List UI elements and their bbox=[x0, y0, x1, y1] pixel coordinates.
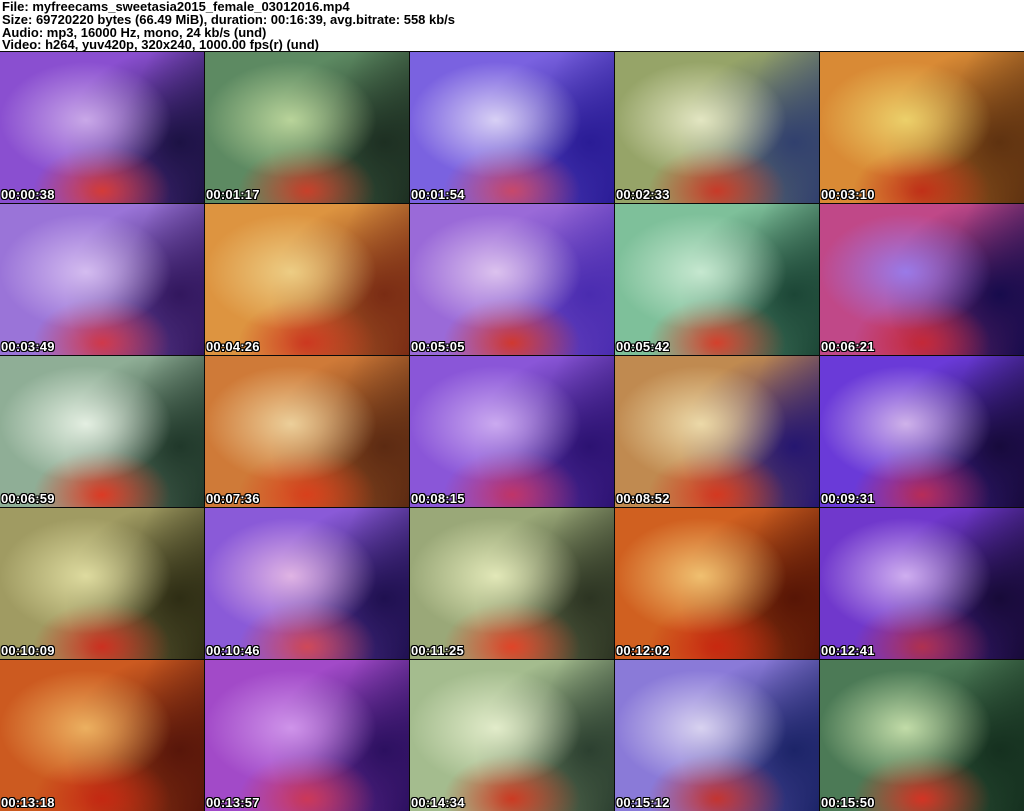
thumbnail-timestamp: 00:02:33 bbox=[616, 187, 670, 202]
video-thumbnail: 00:12:41 bbox=[820, 508, 1024, 659]
thumbnail-timestamp: 00:15:50 bbox=[821, 795, 875, 810]
video-thumbnail: 00:05:42 bbox=[615, 204, 819, 355]
video-thumbnail: 00:01:17 bbox=[205, 52, 409, 203]
thumbnail-timestamp: 00:06:21 bbox=[821, 339, 875, 354]
video-thumbnail: 00:07:36 bbox=[205, 356, 409, 507]
thumbnail-timestamp: 00:03:49 bbox=[1, 339, 55, 354]
thumbnail-timestamp: 00:10:09 bbox=[1, 643, 55, 658]
thumbnail-timestamp: 00:11:25 bbox=[411, 643, 464, 658]
thumbnail-timestamp: 00:13:18 bbox=[1, 795, 55, 810]
video-thumbnail: 00:03:10 bbox=[820, 52, 1024, 203]
video-thumbnail: 00:13:57 bbox=[205, 660, 409, 811]
thumbnail-timestamp: 00:03:10 bbox=[821, 187, 875, 202]
video-thumbnail: 00:06:21 bbox=[820, 204, 1024, 355]
video-thumbnail: 00:10:46 bbox=[205, 508, 409, 659]
video-thumbnail: 00:09:31 bbox=[820, 356, 1024, 507]
thumbnail-timestamp: 00:07:36 bbox=[206, 491, 260, 506]
video-thumbnail: 00:08:15 bbox=[410, 356, 614, 507]
thumbnail-timestamp: 00:01:17 bbox=[206, 187, 260, 202]
thumbnail-timestamp: 00:05:05 bbox=[411, 339, 465, 354]
video-thumbnail: 00:03:49 bbox=[0, 204, 204, 355]
thumbnail-grid: 00:00:38 00:01:17 00:01:54 00:02:33 00:0… bbox=[0, 51, 1024, 811]
thumbnail-timestamp: 00:12:02 bbox=[616, 643, 670, 658]
video-thumbnail: 00:05:05 bbox=[410, 204, 614, 355]
video-thumbnail: 00:08:52 bbox=[615, 356, 819, 507]
video-thumbnail: 00:01:54 bbox=[410, 52, 614, 203]
thumbnail-timestamp: 00:10:46 bbox=[206, 643, 260, 658]
thumbnail-timestamp: 00:01:54 bbox=[411, 187, 465, 202]
thumbnail-timestamp: 00:08:52 bbox=[616, 491, 670, 506]
contact-sheet: File: myfreecams_sweetasia2015_female_03… bbox=[0, 0, 1024, 811]
video-thumbnail: 00:06:59 bbox=[0, 356, 204, 507]
thumbnail-timestamp: 00:05:42 bbox=[616, 339, 670, 354]
video-thumbnail: 00:15:12 bbox=[615, 660, 819, 811]
thumbnail-timestamp: 00:13:57 bbox=[206, 795, 260, 810]
thumbnail-timestamp: 00:14:34 bbox=[411, 795, 465, 810]
video-thumbnail: 00:15:50 bbox=[820, 660, 1024, 811]
video-thumbnail: 00:02:33 bbox=[615, 52, 819, 203]
thumbnail-timestamp: 00:06:59 bbox=[1, 491, 55, 506]
thumbnail-timestamp: 00:09:31 bbox=[821, 491, 875, 506]
video-thumbnail: 00:00:38 bbox=[0, 52, 204, 203]
media-info-header: File: myfreecams_sweetasia2015_female_03… bbox=[0, 0, 1024, 51]
thumbnail-timestamp: 00:12:41 bbox=[821, 643, 875, 658]
video-thumbnail: 00:11:25 bbox=[410, 508, 614, 659]
video-thumbnail: 00:04:26 bbox=[205, 204, 409, 355]
thumbnail-timestamp: 00:08:15 bbox=[411, 491, 465, 506]
video-thumbnail: 00:13:18 bbox=[0, 660, 204, 811]
video-thumbnail: 00:10:09 bbox=[0, 508, 204, 659]
video-thumbnail: 00:12:02 bbox=[615, 508, 819, 659]
video-thumbnail: 00:14:34 bbox=[410, 660, 614, 811]
thumbnail-timestamp: 00:04:26 bbox=[206, 339, 260, 354]
thumbnail-timestamp: 00:15:12 bbox=[616, 795, 670, 810]
thumbnail-timestamp: 00:00:38 bbox=[1, 187, 55, 202]
